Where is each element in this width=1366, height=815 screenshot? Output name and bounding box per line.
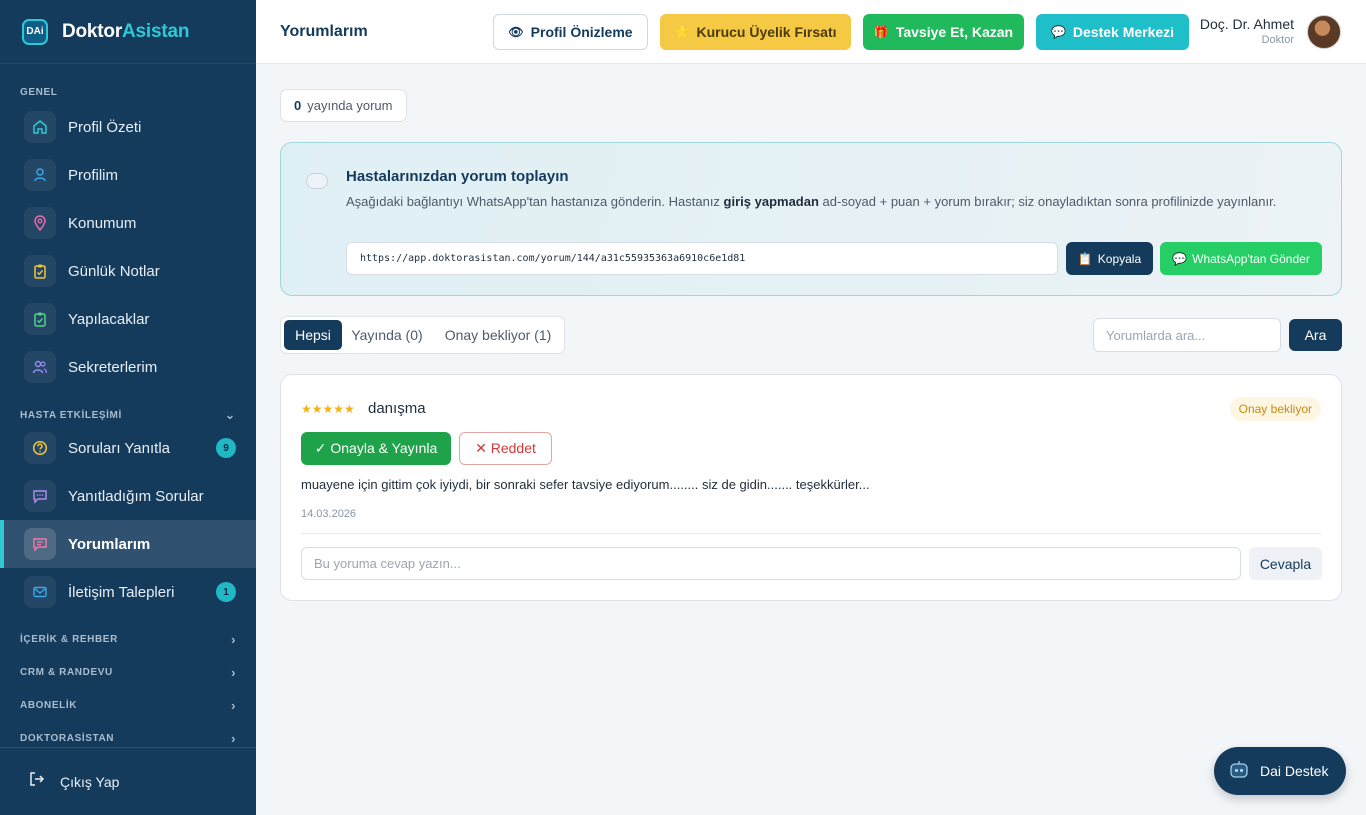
- count-badge: 9: [216, 438, 236, 458]
- rating-stars: ★★★★★: [301, 402, 355, 416]
- search-input[interactable]: [1093, 318, 1281, 352]
- logout-label: Çıkış Yap: [60, 773, 120, 790]
- tab-published[interactable]: Yayında (0): [347, 320, 427, 350]
- clipboard-list-icon: [24, 303, 56, 335]
- tab-all[interactable]: Hepsi: [284, 320, 342, 350]
- chevron-right-icon: ›: [231, 731, 236, 746]
- reply-button[interactable]: Cevapla: [1249, 547, 1322, 580]
- profile-preview-button[interactable]: 👁 Profil Önizleme: [493, 14, 648, 50]
- whatsapp-send-button[interactable]: 💬 WhatsApp'tan Gönder: [1160, 242, 1322, 275]
- robot-icon: [1228, 759, 1250, 784]
- divider: [301, 533, 1321, 534]
- sidebar-item-sekreterlerim[interactable]: Sekreterlerim: [0, 343, 256, 391]
- page-title: Yorumlarım: [280, 23, 368, 40]
- section-crm-randevu[interactable]: CRM & RANDEVU ›: [20, 665, 236, 680]
- speech-bubble-icon: 💬: [1050, 25, 1066, 39]
- user-name[interactable]: Doç. Dr. Ahmet: [1200, 16, 1294, 32]
- sidebar-item-label: Günlük Notlar: [68, 262, 160, 280]
- home-icon: [24, 111, 56, 143]
- sidebar-item-sorulari-yanitla[interactable]: Soruları Yanıtla 9: [0, 424, 256, 472]
- search-button[interactable]: Ara: [1289, 319, 1342, 351]
- avatar[interactable]: [1307, 15, 1341, 49]
- star-icon: ⭐: [674, 25, 690, 39]
- reject-button[interactable]: ✕ Reddet: [459, 432, 552, 465]
- collect-reviews-panel: Hastalarınızdan yorum toplayın Aşağıdaki…: [280, 142, 1342, 296]
- support-chat-button[interactable]: Dai Destek: [1214, 747, 1346, 795]
- count-badge: 1: [216, 582, 236, 602]
- support-center-button[interactable]: 💬 Destek Merkezi: [1036, 14, 1189, 50]
- approve-publish-button[interactable]: ✓ Onayla & Yayınla: [301, 432, 451, 465]
- logout-button[interactable]: Çıkış Yap: [0, 747, 256, 815]
- promo-text: Aşağıdaki bağlantıyı WhatsApp'tan hastan…: [346, 194, 1277, 209]
- speech-bubble-icon: 💬: [1172, 251, 1188, 266]
- copy-button[interactable]: 📋 Kopyala: [1066, 242, 1153, 275]
- status-badge: Onay bekliyor: [1229, 397, 1321, 421]
- reply-input[interactable]: [301, 547, 1241, 580]
- tab-pending[interactable]: Onay bekliyor (1): [437, 320, 559, 350]
- review-date: 14.03.2026: [301, 508, 357, 520]
- sidebar-item-yapilacaklar[interactable]: Yapılacaklar: [0, 295, 256, 343]
- sidebar-item-yorumlarim[interactable]: Yorumlarım: [0, 520, 256, 568]
- mail-icon: [24, 576, 56, 608]
- review-link-input[interactable]: [346, 242, 1058, 275]
- review-text: muayene için gittim çok iyiydi, bir sonr…: [301, 477, 870, 492]
- gift-icon: 🎁: [873, 25, 889, 39]
- sidebar-item-label: Soruları Yanıtla: [68, 439, 171, 457]
- sidebar-item-label: Sekreterlerim: [68, 358, 158, 376]
- chevron-down-icon: ⌄: [224, 407, 236, 422]
- section-hasta-etkilesimi[interactable]: HASTA ETKİLEŞİMİ ⌄: [20, 407, 236, 423]
- review-card: ★★★★★ danışma Onay bekliyor ✓ Onayla & Y…: [280, 374, 1342, 601]
- clipboard-check-icon: [24, 255, 56, 287]
- sidebar-item-yanitladigim-sorular[interactable]: Yanıtladığım Sorular: [0, 472, 256, 520]
- clipboard-icon: 📋: [1077, 251, 1093, 266]
- brand-logo: DAi: [22, 18, 48, 45]
- sidebar: DAi DoktorAsistan GENEL Profil Özeti Pro…: [0, 0, 256, 815]
- sidebar-item-profil-ozeti[interactable]: Profil Özeti: [0, 103, 256, 151]
- sidebar-item-label: İletişim Talepleri: [68, 583, 175, 601]
- section-abonelik[interactable]: ABONELİK ›: [20, 698, 236, 713]
- sidebar-item-gunluk-notlar[interactable]: Günlük Notlar: [0, 247, 256, 295]
- user-icon: [24, 159, 56, 191]
- section-genel: GENEL: [20, 87, 58, 98]
- sidebar-item-label: Yanıtladığım Sorular: [68, 487, 204, 505]
- eye-icon: 👁: [508, 25, 524, 39]
- brand[interactable]: DAi DoktorAsistan: [0, 0, 256, 64]
- section-icerik-rehber[interactable]: İÇERİK & REHBER ›: [20, 632, 236, 647]
- comment-icon: [24, 528, 56, 560]
- sidebar-item-konumum[interactable]: Konumum: [0, 199, 256, 247]
- review-title: danışma: [368, 400, 426, 417]
- sidebar-item-label: Profil Özeti: [68, 118, 142, 136]
- published-count: 0 yayında yorum: [280, 89, 407, 122]
- filter-tabs: Hepsi Yayında (0) Onay bekliyor (1): [280, 316, 565, 354]
- chevron-right-icon: ›: [231, 665, 236, 680]
- sidebar-item-label: Konumum: [68, 214, 137, 232]
- speech-bubble-icon: [306, 173, 328, 189]
- question-circle-icon: [24, 432, 56, 464]
- user-role: Doktor: [1261, 34, 1294, 46]
- section-doktorasistan[interactable]: DOKTORASİSTAN ›: [20, 731, 236, 746]
- logout-icon: [28, 770, 46, 793]
- users-icon: [24, 351, 56, 383]
- sidebar-item-label: Yorumlarım: [68, 535, 151, 553]
- chevron-right-icon: ›: [231, 698, 236, 713]
- refer-earn-button[interactable]: 🎁 Tavsiye Et, Kazan: [863, 14, 1024, 50]
- sidebar-item-label: Yapılacaklar: [68, 310, 150, 328]
- chat-icon: [24, 480, 56, 512]
- founder-membership-button[interactable]: ⭐ Kurucu Üyelik Fırsatı: [660, 14, 851, 50]
- support-chat-label: Dai Destek: [1260, 763, 1329, 779]
- chevron-right-icon: ›: [231, 632, 236, 647]
- location-pin-icon: [24, 207, 56, 239]
- brand-name: DoktorAsistan: [62, 20, 190, 42]
- sidebar-item-label: Profilim: [68, 166, 119, 184]
- promo-title: Hastalarınızdan yorum toplayın: [346, 168, 569, 185]
- topbar: Yorumlarım 👁 Profil Önizleme ⭐ Kurucu Üyel…: [256, 0, 1366, 64]
- sidebar-item-iletisim-talepleri[interactable]: İletişim Talepleri 1: [0, 568, 256, 616]
- sidebar-item-profilim[interactable]: Profilim: [0, 151, 256, 199]
